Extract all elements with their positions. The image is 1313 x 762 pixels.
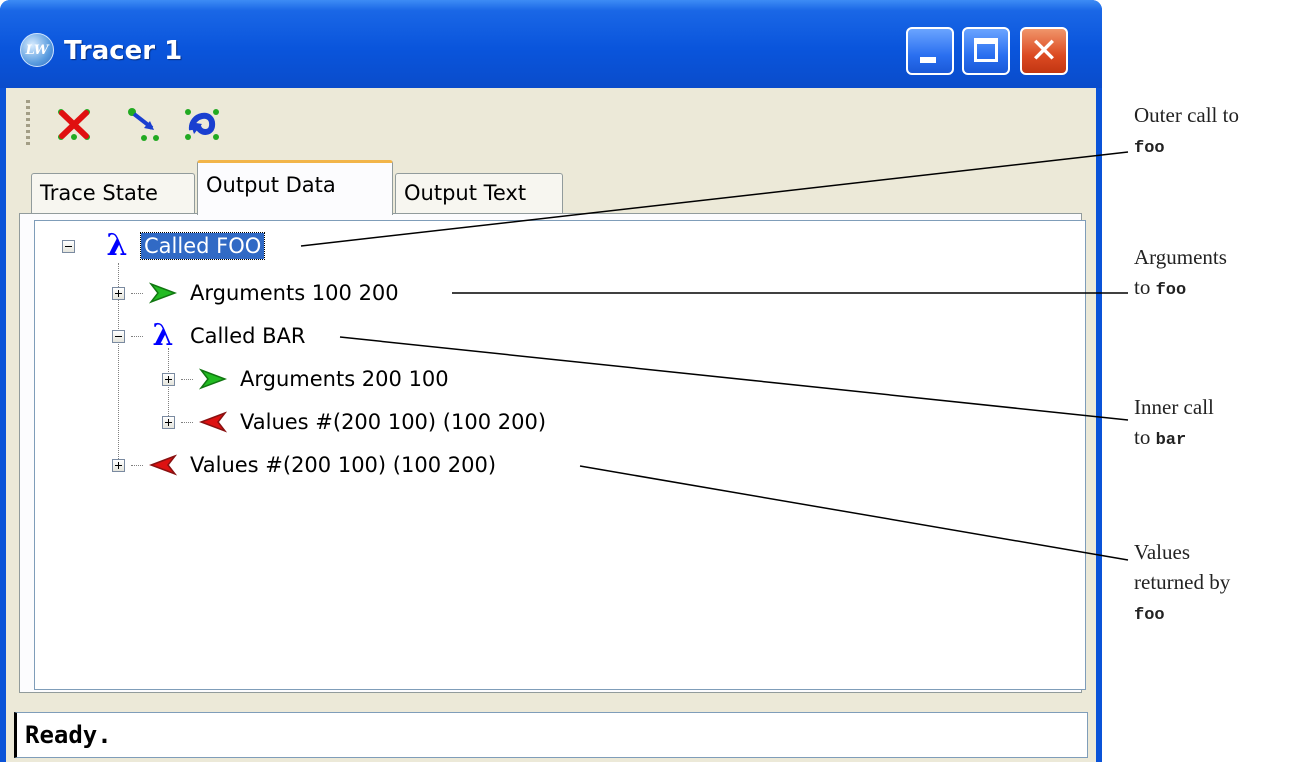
tree-node-label: Values #(200 100) (100 200)	[240, 410, 547, 434]
values-arrow-icon	[197, 407, 229, 437]
status-bar: Ready.	[14, 712, 1088, 758]
tracer-window: LW Tracer 1 ✕ Trace State Output Data Ou…	[0, 0, 1102, 762]
annotation-arguments: Arguments to foo	[1134, 242, 1227, 306]
toolbar-grip[interactable]	[26, 100, 30, 146]
minimize-icon	[920, 57, 936, 63]
trace-step-button[interactable]	[124, 104, 164, 144]
tree-node-label: Arguments 200 100	[240, 367, 449, 391]
annotation-values: Values returned by foo	[1134, 537, 1230, 631]
window-client: Trace State Output Data Output Text λ Ca…	[6, 88, 1096, 762]
trace-step-icon	[128, 108, 159, 141]
annotation-code: foo	[1134, 606, 1165, 625]
tree-node-label: Values #(200 100) (100 200)	[190, 453, 497, 477]
annotation-text: returned by	[1134, 570, 1231, 594]
annotation-text: Values	[1134, 540, 1190, 564]
annotation-code: bar	[1155, 431, 1187, 450]
status-text: Ready.	[25, 721, 112, 749]
tree-dots	[181, 421, 193, 423]
close-button[interactable]: ✕	[1020, 27, 1068, 75]
retrace-button[interactable]	[182, 104, 222, 144]
annotation-text: Outer call to	[1134, 103, 1239, 127]
tree-node[interactable]: Arguments 200 100	[162, 362, 452, 396]
expand-toggle[interactable]	[162, 415, 175, 429]
annotation-inner-call: Inner call to bar	[1134, 392, 1214, 456]
maximize-button[interactable]	[962, 27, 1010, 75]
tree-node-label: Arguments 100 200	[190, 281, 399, 305]
tab-output-text[interactable]: Output Text	[395, 173, 563, 213]
collapse-toggle[interactable]	[112, 329, 125, 343]
tree-node-label: Called BAR	[190, 324, 306, 348]
trace-tree[interactable]: λ Called FOO Arguments 100 200 λ Called …	[34, 220, 1086, 690]
lambda-icon: λ	[152, 318, 174, 353]
annotation-text: Arguments	[1134, 245, 1227, 269]
annotation-outer-call: Outer call to foo	[1134, 100, 1239, 164]
output-data-panel: λ Called FOO Arguments 100 200 λ Called …	[19, 213, 1086, 693]
tree-dots	[181, 378, 193, 380]
tree-node[interactable]: Arguments 100 200	[112, 276, 402, 310]
tree-dots	[131, 464, 143, 466]
tree-dots	[131, 335, 143, 337]
maximize-icon	[974, 38, 998, 62]
annotation-text: to	[1134, 425, 1151, 449]
title-bar[interactable]: LW Tracer 1 ✕	[0, 0, 1102, 88]
arguments-arrow-icon	[197, 364, 229, 394]
minimize-button[interactable]	[906, 27, 954, 75]
tree-node-label: Called FOO	[139, 232, 266, 260]
values-arrow-icon	[147, 450, 179, 480]
annotation-text: to	[1134, 275, 1151, 299]
expand-toggle[interactable]	[112, 286, 125, 300]
tab-output-data[interactable]: Output Data	[197, 160, 393, 215]
app-icon: LW	[20, 33, 54, 67]
expand-toggle[interactable]	[112, 458, 125, 472]
toolbar	[6, 88, 1096, 156]
tree-node[interactable]: Values #(200 100) (100 200)	[162, 405, 549, 439]
tree-node[interactable]: λ Called BAR	[112, 319, 309, 353]
tree-node[interactable]: Values #(200 100) (100 200)	[112, 448, 499, 482]
tree-node[interactable]: λ Called FOO	[62, 228, 266, 263]
annotation-code: foo	[1155, 281, 1187, 300]
tree-dots	[131, 292, 143, 294]
annotation-code: foo	[1134, 139, 1165, 158]
retrace-icon	[185, 109, 219, 140]
close-icon: ✕	[1029, 31, 1059, 71]
arguments-arrow-icon	[147, 278, 179, 308]
expand-toggle[interactable]	[162, 372, 175, 386]
clear-trace-button[interactable]	[54, 104, 94, 144]
collapse-toggle[interactable]	[62, 239, 75, 253]
annotation-text: Inner call	[1134, 395, 1214, 419]
clear-trace-icon	[58, 109, 90, 140]
tab-trace-state[interactable]: Trace State	[31, 173, 195, 213]
lambda-icon: λ	[106, 228, 128, 263]
window-title: Tracer 1	[64, 36, 183, 66]
